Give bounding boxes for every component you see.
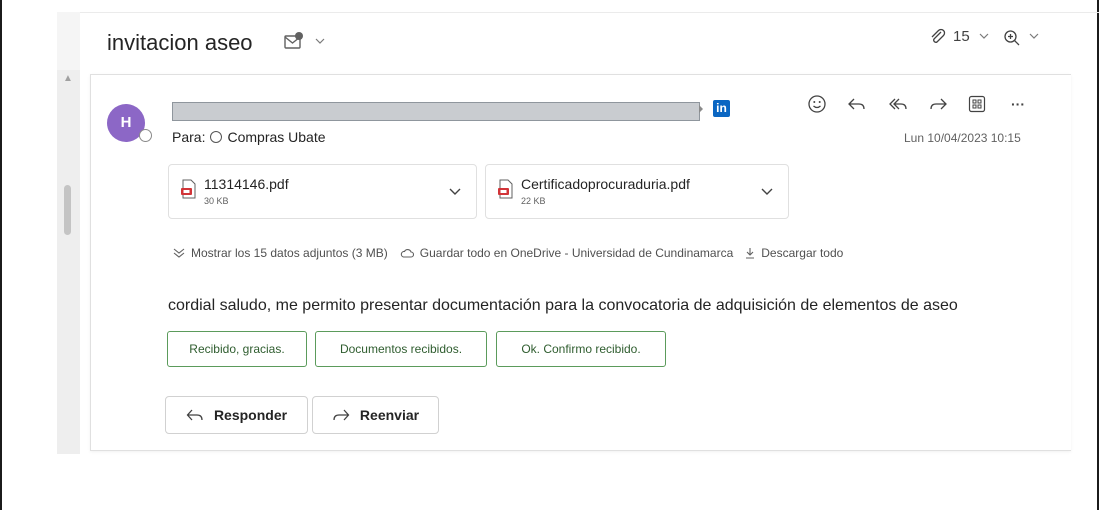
apps-icon[interactable] xyxy=(966,92,988,116)
linkedin-icon[interactable]: in xyxy=(713,100,730,117)
presence-ring-icon xyxy=(210,131,223,143)
message-tag-icon[interactable] xyxy=(283,31,305,56)
forward-icon[interactable] xyxy=(927,92,949,116)
chevron-down-icon[interactable] xyxy=(979,31,989,43)
download-icon xyxy=(746,248,755,259)
chevron-down-icon[interactable] xyxy=(315,36,325,48)
download-all-link[interactable]: Descargar todo xyxy=(745,246,843,260)
chevron-down-icon[interactable] xyxy=(1029,31,1039,43)
show-all-attachments-link[interactable]: Mostrar los 15 datos adjuntos (3 MB) xyxy=(173,246,388,260)
double-chevron-down-icon xyxy=(173,248,185,258)
recipient-name[interactable]: Compras Ubate xyxy=(227,129,325,145)
show-all-attachments-label: Mostrar los 15 datos adjuntos (3 MB) xyxy=(191,246,388,260)
reply-button[interactable]: Responder xyxy=(165,396,308,434)
cloud-icon xyxy=(400,248,414,258)
scroll-up-arrow-icon[interactable]: ▲ xyxy=(63,73,73,84)
suggested-reply-button[interactable]: Ok. Confirmo recibido. xyxy=(496,331,666,367)
email-subject: invitacion aseo xyxy=(107,30,253,55)
recipient-line: Para: Compras Ubate xyxy=(172,129,326,145)
reply-button-label: Responder xyxy=(213,407,288,423)
save-onedrive-label: Guardar todo en OneDrive - Universidad d… xyxy=(419,246,734,260)
chevron-down-icon[interactable] xyxy=(448,184,462,202)
more-icon[interactable]: ··· xyxy=(1007,92,1029,116)
chevron-down-icon[interactable] xyxy=(760,184,774,202)
attachment-card[interactable]: Certificadoprocuraduria.pdf 22 KB xyxy=(485,164,789,219)
attachment-size: 30 KB xyxy=(204,196,229,206)
message-body: cordial saludo, me permito presentar doc… xyxy=(168,297,958,314)
attachment-size: 22 KB xyxy=(521,196,546,206)
reply-icon xyxy=(186,409,203,421)
reply-icon[interactable] xyxy=(846,92,868,116)
attachment-name: 11314146.pdf xyxy=(204,176,289,192)
presence-status-icon xyxy=(139,129,152,142)
pdf-file-icon xyxy=(498,179,514,204)
attachment-card[interactable]: 11314146.pdf 30 KB xyxy=(168,164,477,219)
message-date: Lun 10/04/2023 10:15 xyxy=(904,131,1021,145)
scroll-track[interactable] xyxy=(57,70,80,454)
attachment-toolbar: Mostrar los 15 datos adjuntos (3 MB) Gua… xyxy=(173,246,855,260)
suggested-reply-button[interactable]: Recibido, gracias. xyxy=(167,331,307,367)
caret-right-icon xyxy=(698,104,704,117)
attachment-count[interactable]: 15 xyxy=(953,28,970,45)
reply-all-icon[interactable] xyxy=(887,92,909,116)
recipient-label: Para: xyxy=(172,129,206,145)
attachment-name: Certificadoprocuraduria.pdf xyxy=(521,176,690,192)
paperclip-icon[interactable] xyxy=(929,28,947,51)
forward-button-label: Reenviar xyxy=(359,407,420,423)
forward-icon xyxy=(333,409,350,421)
emoji-icon[interactable] xyxy=(806,92,828,116)
save-onedrive-link[interactable]: Guardar todo en OneDrive - Universidad d… xyxy=(400,246,734,260)
sender-redacted xyxy=(172,102,700,121)
forward-button[interactable]: Reenviar xyxy=(312,396,439,434)
pdf-file-icon xyxy=(181,179,197,204)
suggested-reply-button[interactable]: Documentos recibidos. xyxy=(315,331,487,367)
top-divider xyxy=(80,12,1099,13)
download-all-label: Descargar todo xyxy=(761,246,844,260)
window-frame-left xyxy=(0,0,2,510)
scroll-thumb[interactable] xyxy=(64,185,71,235)
zoom-icon[interactable] xyxy=(1003,29,1021,52)
